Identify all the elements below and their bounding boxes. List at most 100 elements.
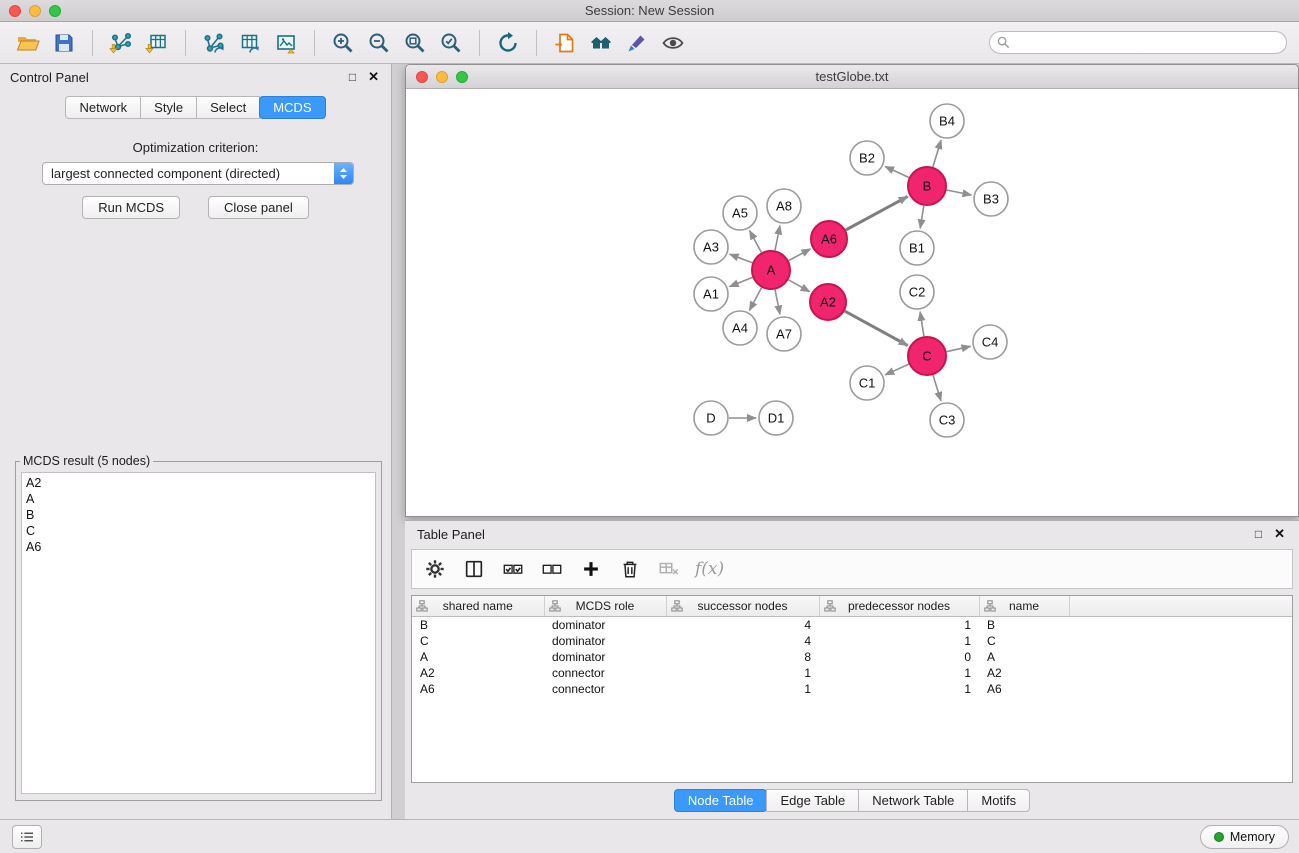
network-edge-B-B3[interactable]: [947, 190, 972, 195]
network-edge-B-B2[interactable]: [885, 167, 909, 178]
network-edge-C-C4[interactable]: [947, 346, 971, 351]
network-node-B[interactable]: B: [908, 167, 946, 205]
table-tab-network-table[interactable]: Network Table: [858, 789, 968, 812]
network-node-A4[interactable]: A4: [723, 311, 757, 345]
network-node-C2[interactable]: C2: [900, 275, 934, 309]
mcds-result-item[interactable]: C: [26, 523, 371, 539]
table-cell[interactable]: 0: [819, 649, 979, 665]
table-cell[interactable]: A: [979, 649, 1069, 665]
export-image-button[interactable]: [268, 27, 304, 59]
network-node-A6[interactable]: A6: [811, 221, 847, 257]
zoom-selected-button[interactable]: [433, 27, 469, 59]
table-cell[interactable]: 1: [819, 681, 979, 697]
table-settings-button[interactable]: [420, 555, 450, 583]
table-cell[interactable]: 1: [666, 665, 819, 681]
open-session-button[interactable]: [10, 27, 46, 59]
run-mcds-button[interactable]: Run MCDS: [82, 196, 180, 219]
show-columns-button[interactable]: [459, 555, 489, 583]
mcds-result-item[interactable]: A: [26, 491, 371, 507]
close-panel-button[interactable]: Close panel: [208, 196, 309, 219]
table-row[interactable]: Adominator80A: [412, 649, 1292, 665]
save-session-button[interactable]: [46, 27, 82, 59]
table-cell[interactable]: dominator: [544, 649, 666, 665]
network-node-B4[interactable]: B4: [930, 104, 964, 138]
new-network-button[interactable]: [196, 27, 232, 59]
network-edge-A-A3[interactable]: [730, 254, 753, 263]
close-table-panel-icon[interactable]: ✕: [1274, 526, 1285, 542]
document-button[interactable]: [547, 27, 583, 59]
table-cell[interactable]: 4: [666, 616, 819, 633]
eye-button[interactable]: [655, 27, 691, 59]
select-all-columns-button[interactable]: [498, 555, 528, 583]
network-node-C1[interactable]: C1: [850, 366, 884, 400]
network-edge-C-C1[interactable]: [885, 364, 909, 375]
table-cell[interactable]: 1: [819, 665, 979, 681]
table-cell[interactable]: connector: [544, 681, 666, 697]
table-tab-node-table[interactable]: Node Table: [674, 789, 768, 812]
criterion-dropdown[interactable]: largest connected component (directed): [42, 162, 354, 185]
style-brush-button[interactable]: [619, 27, 655, 59]
table-tab-motifs[interactable]: Motifs: [967, 789, 1030, 812]
network-edge-C-C2[interactable]: [920, 312, 924, 336]
table-cell[interactable]: B: [979, 616, 1069, 633]
network-node-C4[interactable]: C4: [973, 325, 1007, 359]
close-panel-icon[interactable]: ✕: [368, 69, 379, 85]
column-header-name[interactable]: name: [979, 596, 1069, 616]
network-edge-A6-B[interactable]: [846, 197, 908, 231]
table-cell[interactable]: A6: [979, 681, 1069, 697]
mcds-result-item[interactable]: A2: [26, 475, 371, 491]
network-node-A3[interactable]: A3: [694, 230, 728, 264]
export-table-button[interactable]: [232, 27, 268, 59]
show-panels-button[interactable]: [12, 825, 42, 849]
network-node-D[interactable]: D: [694, 401, 728, 435]
float-panel-icon[interactable]: □: [349, 70, 356, 84]
table-cell[interactable]: A2: [412, 665, 544, 681]
table-cell[interactable]: A6: [412, 681, 544, 697]
zoom-in-button[interactable]: [325, 27, 361, 59]
table-cell[interactable]: dominator: [544, 616, 666, 633]
search-input[interactable]: [1010, 35, 1286, 50]
tab-style[interactable]: Style: [140, 96, 197, 119]
network-edge-B-B4[interactable]: [933, 140, 941, 167]
table-row[interactable]: A2connector11A2: [412, 665, 1292, 681]
memory-button[interactable]: Memory: [1200, 825, 1289, 849]
network-edge-A-A8[interactable]: [775, 226, 780, 251]
network-edge-C-C3[interactable]: [933, 375, 941, 401]
network-node-B1[interactable]: B1: [900, 231, 934, 265]
column-header-predecessor-nodes[interactable]: predecessor nodes: [819, 596, 979, 616]
table-row[interactable]: Bdominator41B: [412, 616, 1292, 633]
import-table-button[interactable]: [139, 27, 175, 59]
network-node-A1[interactable]: A1: [694, 277, 728, 311]
network-edge-A-A6[interactable]: [789, 249, 811, 261]
tab-mcds[interactable]: MCDS: [259, 96, 325, 119]
table-cell[interactable]: 1: [819, 616, 979, 633]
table-tab-edge-table[interactable]: Edge Table: [766, 789, 859, 812]
function-builder-button[interactable]: f(x): [693, 559, 724, 579]
network-node-A2[interactable]: A2: [810, 284, 846, 320]
delete-table-button[interactable]: [654, 555, 684, 583]
table-cell[interactable]: 4: [666, 633, 819, 649]
table-cell[interactable]: 1: [819, 633, 979, 649]
column-header-successor-nodes[interactable]: successor nodes: [666, 596, 819, 616]
mcds-result-item[interactable]: B: [26, 507, 371, 523]
delete-column-button[interactable]: [615, 555, 645, 583]
deselect-all-columns-button[interactable]: [537, 555, 567, 583]
network-edge-A-A1[interactable]: [730, 277, 753, 286]
zoom-out-button[interactable]: [361, 27, 397, 59]
network-edge-A-A4[interactable]: [749, 288, 761, 311]
network-edge-A-A5[interactable]: [750, 231, 762, 253]
network-node-A[interactable]: A: [752, 251, 790, 289]
network-edge-A-A7[interactable]: [775, 290, 780, 315]
home-button[interactable]: [583, 27, 619, 59]
network-node-B2[interactable]: B2: [850, 141, 884, 175]
column-header-shared-name[interactable]: shared name: [412, 596, 544, 616]
float-table-panel-icon[interactable]: □: [1255, 527, 1262, 541]
network-canvas[interactable]: AA1A2A3A4A5A6A7A8BB1B2B3B4CC1C2C3C4DD1: [406, 89, 1298, 516]
network-node-B3[interactable]: B3: [974, 182, 1008, 216]
network-node-D1[interactable]: D1: [759, 401, 793, 435]
table-row[interactable]: Cdominator41C: [412, 633, 1292, 649]
network-graph[interactable]: AA1A2A3A4A5A6A7A8BB1B2B3B4CC1C2C3C4DD1: [406, 89, 1298, 516]
table-cell[interactable]: dominator: [544, 633, 666, 649]
network-node-C[interactable]: C: [908, 337, 946, 375]
network-edge-A2-C[interactable]: [845, 311, 908, 345]
